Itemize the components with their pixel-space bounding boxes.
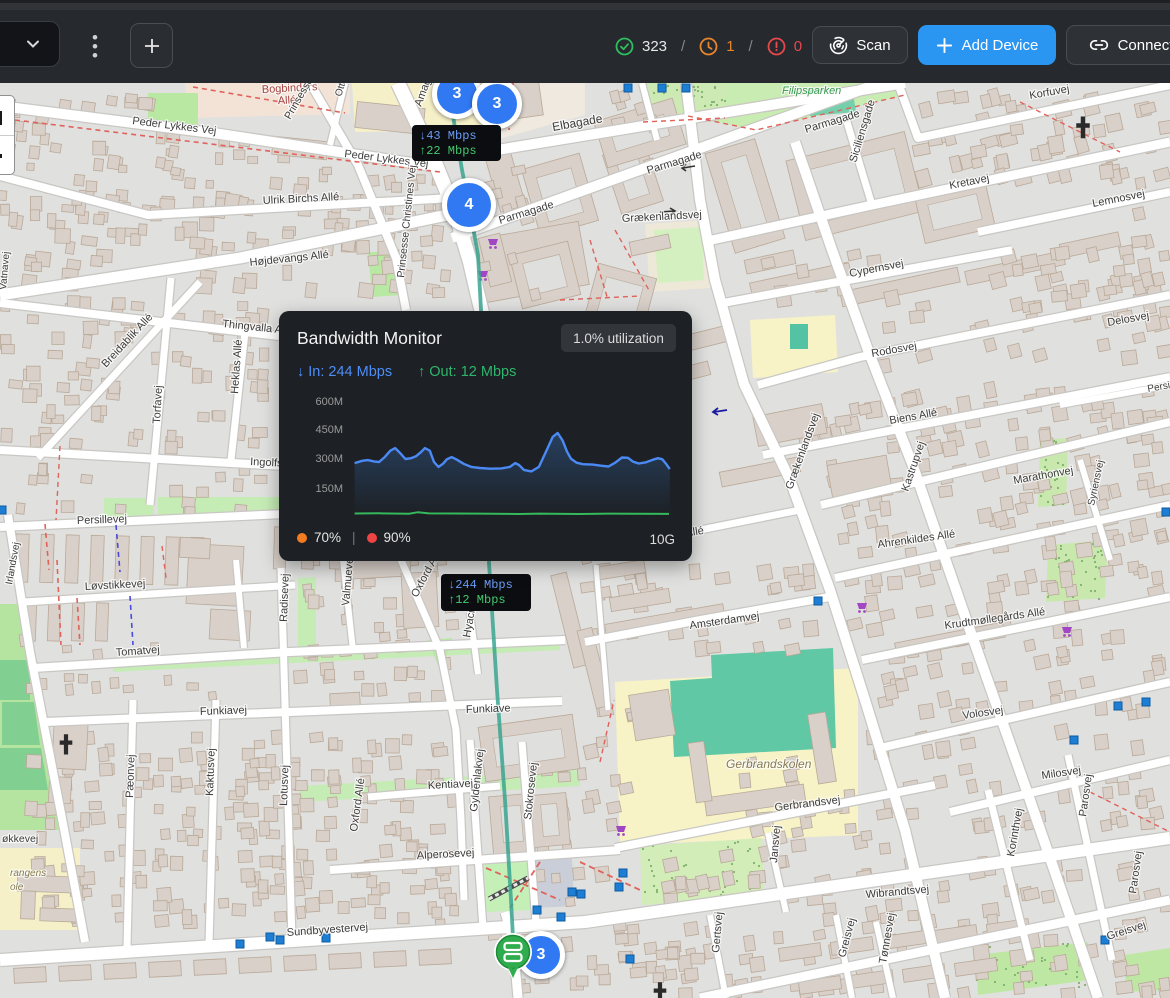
svg-text:Kentiavej: Kentiavej (428, 778, 474, 792)
svg-text:Pæonvej: Pæonvej (124, 754, 138, 798)
svg-text:150M: 150M (315, 483, 343, 495)
svg-text:Radisevej: Radisevej (278, 573, 292, 622)
svg-text:Torfavej: Torfavej (151, 385, 165, 424)
svg-text:Kaktusvej: Kaktusvej (204, 748, 218, 796)
svg-text:Filipsparken: Filipsparken (782, 85, 841, 97)
svg-text:300M: 300M (315, 453, 343, 465)
svg-text:600M: 600M (315, 396, 343, 408)
svg-text:ole: ole (10, 882, 24, 893)
svg-text:450M: 450M (315, 424, 343, 436)
svg-text:Lotusvej: Lotusvej (278, 765, 291, 806)
svg-text:rangens: rangens (10, 868, 46, 879)
svg-text:Funkiavej: Funkiavej (200, 704, 247, 718)
svg-text:økkevej: økkevej (2, 833, 38, 845)
svg-text:Gerbrandskolen: Gerbrandskolen (726, 757, 812, 771)
svg-text:Funkiave: Funkiave (466, 702, 511, 716)
svg-text:Persillevej: Persillevej (77, 513, 128, 527)
